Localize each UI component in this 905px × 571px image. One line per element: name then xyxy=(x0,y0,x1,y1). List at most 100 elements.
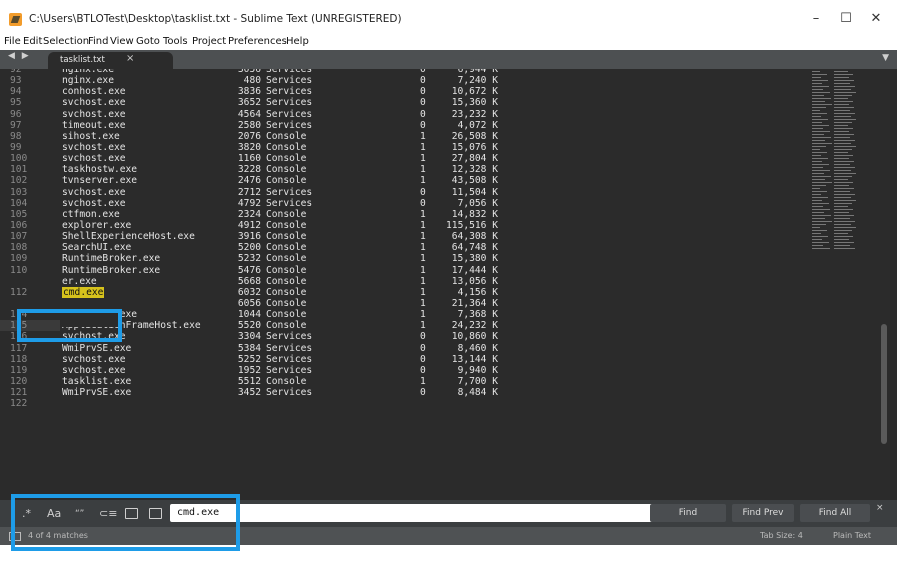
minimap-line xyxy=(812,245,823,246)
find-input[interactable]: cmd.exe xyxy=(170,504,680,522)
text-line[interactable]: 104 svchost.exe 4792 Services 0 7,056 K xyxy=(0,198,600,209)
find-button[interactable]: Find xyxy=(650,504,726,522)
session-name: Console xyxy=(266,264,307,276)
line-number: 122 xyxy=(10,398,28,410)
tab-list-dropdown-icon[interactable]: ▼ xyxy=(882,53,889,63)
text-line[interactable]: 100 svchost.exe 1160 Console 1 27,804 K xyxy=(0,153,600,164)
text-line[interactable]: 101 taskhostw.exe 3228 Console 1 12,328 K xyxy=(0,164,600,175)
syntax-indicator[interactable]: Plain Text xyxy=(833,531,871,540)
menu-goto[interactable]: Goto xyxy=(136,36,160,47)
session-number: 1 xyxy=(420,253,426,265)
minimap-line xyxy=(812,194,821,195)
line-number: 99 xyxy=(10,141,22,153)
line-number: 101 xyxy=(10,164,28,176)
minimap[interactable] xyxy=(810,71,885,251)
minimap-line xyxy=(834,143,851,144)
minimap-line xyxy=(834,200,856,201)
process-name: er.exe xyxy=(62,275,97,287)
text-line[interactable]: er.exe 5668 Console 1 13,056 K xyxy=(0,276,600,287)
minimap-line xyxy=(812,86,829,87)
session-name: Services xyxy=(266,342,313,354)
maximize-button[interactable]: ☐ xyxy=(831,8,861,30)
tab-size-indicator[interactable]: Tab Size: 4 xyxy=(760,531,803,540)
minimap-line xyxy=(834,197,851,198)
text-line[interactable]: 120 tasklist.exe 5512 Console 1 7,700 K xyxy=(0,376,600,387)
close-find-panel-icon[interactable]: × xyxy=(876,503,884,513)
menu-view[interactable]: View xyxy=(110,36,134,47)
text-line[interactable]: 99 svchost.exe 3820 Console 1 15,076 K xyxy=(0,142,600,153)
text-lines[interactable]: 92 nginx.exe 3056 Services 0 6,944 K 93 nginx.e… xyxy=(0,69,600,409)
find-prev-button[interactable]: Find Prev xyxy=(732,504,794,522)
minimap-line xyxy=(812,158,828,159)
minimap-line xyxy=(812,152,827,153)
close-window-button[interactable]: ✕ xyxy=(861,8,891,30)
minimap-line xyxy=(834,221,855,222)
minimap-line xyxy=(812,119,828,120)
text-line[interactable]: 122 xyxy=(0,398,600,409)
text-line[interactable]: 6056 Console 1 21,364 K xyxy=(0,298,600,309)
vertical-scrollbar[interactable] xyxy=(881,324,887,444)
process-pid: 5520 xyxy=(237,320,261,332)
process-pid: 5476 xyxy=(237,264,261,276)
text-line[interactable]: 108 SearchUI.exe 5200 Console 1 64,748 K xyxy=(0,242,600,253)
text-line[interactable]: 117 WmiPrvSE.exe 5384 Services 0 8,460 K xyxy=(0,343,600,354)
menu-selection[interactable]: Selection xyxy=(43,36,89,47)
text-line[interactable]: 106 explorer.exe 4912 Console 1 115,516 K xyxy=(0,220,600,231)
text-line[interactable]: 118 svchost.exe 5252 Services 0 13,144 K xyxy=(0,354,600,365)
text-line[interactable]: 110 RuntimeBroker.exe 5476 Console 1 17,444 K xyxy=(0,265,600,276)
annotation-box-find-panel xyxy=(11,494,240,551)
session-number: 1 xyxy=(420,164,426,176)
menu-edit[interactable]: Edit xyxy=(23,36,42,47)
menu-help[interactable]: Help xyxy=(286,36,309,47)
minimap-line xyxy=(834,230,852,231)
find-all-button[interactable]: Find All xyxy=(800,504,870,522)
process-pid: 3836 xyxy=(237,86,261,98)
text-line[interactable]: 98 sihost.exe 2076 Console 1 26,508 K xyxy=(0,131,600,142)
process-pid: 3916 xyxy=(237,231,261,243)
menu-file[interactable]: File xyxy=(4,36,21,47)
editor-area[interactable]: 92 nginx.exe 3056 Services 0 6,944 K 93 nginx.e… xyxy=(0,69,897,500)
text-line[interactable]: 97 timeout.exe 2580 Services 0 4,072 K xyxy=(0,120,600,131)
text-line[interactable]: 109 RuntimeBroker.exe 5232 Console 1 15,380 K xyxy=(0,253,600,264)
minimap-line xyxy=(812,191,827,192)
process-name: svchost.exe xyxy=(62,108,126,120)
text-line[interactable]: 95 svchost.exe 3652 Services 0 15,360 K xyxy=(0,97,600,108)
minimap-line xyxy=(812,221,832,222)
minimap-line xyxy=(812,95,824,96)
text-line[interactable]: 112 cmd.exe 6032 Console 1 4,156 K xyxy=(0,286,600,298)
text-line[interactable]: 121 WmiPrvSE.exe 3452 Services 0 8,484 K xyxy=(0,387,600,398)
tab-tasklist[interactable]: tasklist.txt × xyxy=(48,52,173,69)
process-name: WmiPrvSE.exe xyxy=(62,387,132,399)
sublime-logo-icon xyxy=(9,13,22,26)
process-pid: 6056 xyxy=(237,297,261,309)
text-line[interactable]: 94 conhost.exe 3836 Services 0 10,672 K xyxy=(0,86,600,97)
text-line[interactable]: 96 svchost.exe 4564 Services 0 23,232 K xyxy=(0,109,600,120)
session-number: 1 xyxy=(420,320,426,332)
process-pid: 3820 xyxy=(237,141,261,153)
text-line[interactable]: 107 ShellExperienceHost.exe 3916 Console 1 64… xyxy=(0,231,600,242)
minimap-line xyxy=(834,134,854,135)
memory-usage: 15,380 K xyxy=(451,253,498,265)
process-pid: 1160 xyxy=(237,153,261,165)
minimap-line xyxy=(812,176,831,177)
tab-close-icon[interactable]: × xyxy=(126,53,134,64)
text-line[interactable]: 105 ctfmon.exe 2324 Console 1 14,832 K xyxy=(0,209,600,220)
text-line[interactable]: 93 nginx.exe 480 Services 0 7,240 K xyxy=(0,75,600,86)
menu-find[interactable]: Find xyxy=(88,36,109,47)
text-line[interactable]: 103 svchost.exe 2712 Services 0 11,504 K xyxy=(0,187,600,198)
menu-project[interactable]: Project xyxy=(192,36,226,47)
memory-usage: 15,076 K xyxy=(451,141,498,153)
menu-preferences[interactable]: Preferences xyxy=(228,36,287,47)
minimap-line xyxy=(812,242,829,243)
tab-scroll-arrows-icon[interactable]: ◀ ▶ xyxy=(8,51,31,61)
text-line[interactable]: 102 tvnserver.exe 2476 Console 1 43,508 K xyxy=(0,175,600,186)
line-number: 110 xyxy=(10,264,28,276)
menu-tools[interactable]: Tools xyxy=(163,36,188,47)
minimap-line xyxy=(834,173,856,174)
session-name: Services xyxy=(266,331,313,343)
memory-usage: 13,056 K xyxy=(451,275,498,287)
minimap-line xyxy=(834,128,853,129)
minimap-line xyxy=(812,110,820,111)
minimize-button[interactable]: – xyxy=(801,8,831,30)
text-line[interactable]: 119 svchost.exe 1952 Services 0 9,940 K xyxy=(0,365,600,376)
